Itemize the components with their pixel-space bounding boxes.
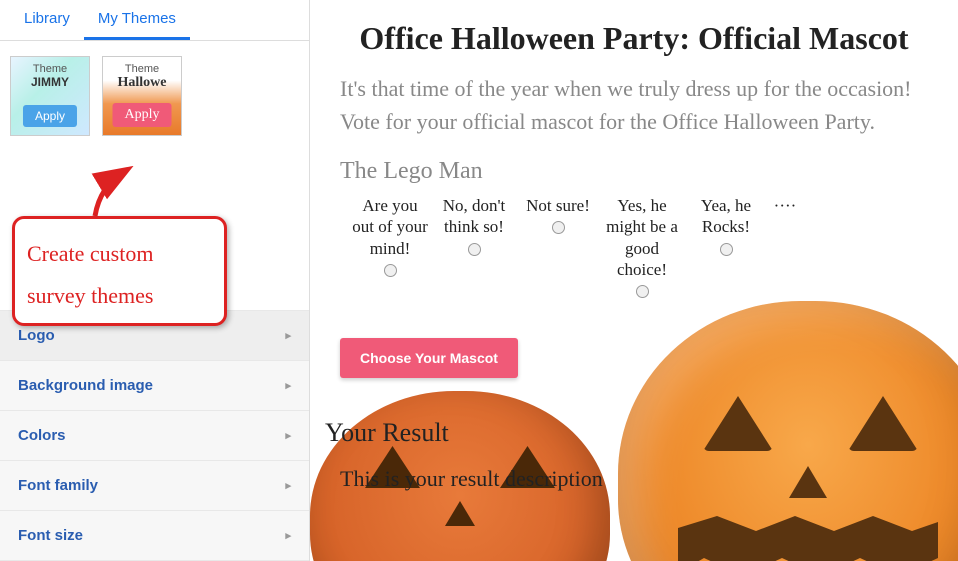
result-title: Your Result bbox=[325, 418, 928, 448]
result-description: This is your result description bbox=[340, 466, 928, 492]
accordion-label: Font family bbox=[18, 477, 98, 494]
option-label: Not sure! bbox=[518, 195, 598, 216]
radio-3[interactable] bbox=[552, 221, 565, 234]
option-label: No, don't think so! bbox=[434, 195, 514, 238]
option-3: Not sure! bbox=[518, 195, 598, 303]
accordion: Logo ▸ Background image ▸ Colors ▸ Font fam… bbox=[0, 310, 309, 561]
option-label: ···· bbox=[770, 195, 800, 216]
accordion-label: Colors bbox=[18, 427, 66, 444]
accordion-label: Background image bbox=[18, 377, 153, 394]
sidebar: Library My Themes Theme JIMMY Apply Them… bbox=[0, 0, 310, 561]
radio-5[interactable] bbox=[720, 243, 733, 256]
tab-my-themes[interactable]: My Themes bbox=[84, 0, 190, 40]
chevron-right-icon: ▸ bbox=[285, 529, 291, 542]
accordion-background-image[interactable]: Background image ▸ bbox=[0, 361, 309, 411]
accordion-colors[interactable]: Colors ▸ bbox=[0, 411, 309, 461]
theme-label: Theme bbox=[103, 63, 181, 75]
chevron-right-icon: ▸ bbox=[285, 379, 291, 392]
chevron-right-icon: ▸ bbox=[285, 329, 291, 342]
survey-preview: Office Halloween Party: Official Mascot … bbox=[310, 0, 958, 561]
option-label: Yes, he might be a good choice! bbox=[602, 195, 682, 280]
chevron-right-icon: ▸ bbox=[285, 429, 291, 442]
theme-tabs: Library My Themes bbox=[0, 0, 309, 41]
option-label: Yea, he Rocks! bbox=[686, 195, 766, 238]
theme-card-jimmy[interactable]: Theme JIMMY Apply bbox=[10, 56, 90, 136]
radio-1[interactable] bbox=[384, 264, 397, 277]
accordion-label: Font size bbox=[18, 527, 83, 544]
survey-title: Office Halloween Party: Official Mascot bbox=[340, 20, 928, 57]
option-2: No, don't think so! bbox=[434, 195, 514, 303]
option-more: ···· bbox=[770, 195, 800, 303]
theme-name: JIMMY bbox=[11, 75, 89, 89]
chevron-right-icon: ▸ bbox=[285, 479, 291, 492]
accordion-label: Logo bbox=[18, 327, 55, 344]
survey-question: The Lego Man bbox=[340, 158, 928, 185]
option-1: Are you out of your mind! bbox=[350, 195, 430, 303]
choose-mascot-button[interactable]: Choose Your Mascot bbox=[340, 338, 518, 378]
option-5: Yea, he Rocks! bbox=[686, 195, 766, 303]
theme-label: Theme bbox=[11, 63, 89, 75]
apply-button-hallowe[interactable]: Apply bbox=[113, 103, 172, 127]
option-4: Yes, he might be a good choice! bbox=[602, 195, 682, 303]
themes-area: Theme JIMMY Apply Theme Hallowe Apply Cr… bbox=[0, 41, 309, 310]
callout-text: Create custom survey themes bbox=[27, 233, 212, 317]
accordion-font-size[interactable]: Font size ▸ bbox=[0, 511, 309, 561]
apply-button-jimmy[interactable]: Apply bbox=[23, 105, 77, 127]
options-row: Are you out of your mind! No, don't thin… bbox=[340, 195, 928, 303]
theme-name: Hallowe bbox=[103, 75, 181, 91]
annotation-callout: Create custom survey themes bbox=[12, 216, 227, 326]
option-label: Are you out of your mind! bbox=[350, 195, 430, 259]
theme-card-hallowe[interactable]: Theme Hallowe Apply bbox=[102, 56, 182, 136]
accordion-font-family[interactable]: Font family ▸ bbox=[0, 461, 309, 511]
survey-description: It's that time of the year when we truly… bbox=[340, 72, 928, 138]
radio-4[interactable] bbox=[636, 285, 649, 298]
tab-library[interactable]: Library bbox=[10, 0, 84, 40]
radio-2[interactable] bbox=[468, 243, 481, 256]
